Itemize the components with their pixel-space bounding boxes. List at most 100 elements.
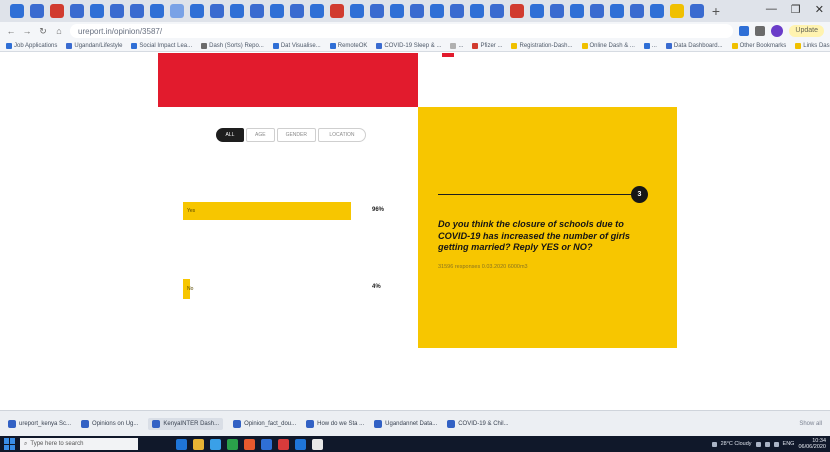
browser-tab-icon[interactable] [70,4,84,18]
taskbar-search-input[interactable]: ⌕ Type here to search [20,438,138,450]
page-viewport: ALL AGE GENDER LOCATION Yes 96% No 4% 3 Do … [0,53,830,410]
browser-tab-icon[interactable] [470,4,484,18]
browser-tab-icon[interactable] [310,4,324,18]
reload-button[interactable]: ↻ [38,26,48,37]
browser-tab-icon[interactable] [270,4,284,18]
bookmark-item[interactable]: Registration-Dash... [511,42,573,49]
bookmark-item[interactable]: Online Dash & ... [581,42,635,49]
browser-tab-icon[interactable] [130,4,144,18]
browser-tab-icon[interactable] [150,4,164,18]
bookmark-item[interactable]: Links Dashboard [795,42,830,49]
browser-tab-icon[interactable] [490,4,504,18]
open-window-label: KenyaINTER Dash... [163,420,220,427]
bookmark-item[interactable]: COVID-19 Sleep & ... [376,42,441,49]
browser-tab-icon[interactable] [190,4,204,18]
filter-tab-all[interactable]: ALL [216,128,244,142]
clock[interactable]: 10:34 06/06/2020 [798,438,826,450]
filter-tab-location[interactable]: LOCATION [317,128,366,142]
browser-tab-icon[interactable] [210,4,224,18]
browser-tab-icon[interactable] [10,4,24,18]
browser-tab-icon[interactable] [390,4,404,18]
bookmark-item[interactable]: Pfizer ... [472,42,502,49]
browser-tab-icon[interactable] [670,4,684,18]
bookmark-item[interactable]: Data Dashboard... [665,42,723,49]
new-tab-button[interactable]: + [708,3,724,19]
bookmark-item[interactable]: Other Bookmarks [731,42,786,49]
browser-tab-icon[interactable] [530,4,544,18]
browser-tab-icon[interactable] [290,4,304,18]
browser-tab-icon[interactable] [610,4,624,18]
browser-tab-icon[interactable] [650,4,664,18]
pinned-app-icon[interactable] [244,438,255,450]
open-window-item[interactable]: KenyaINTER Dash... [148,417,224,430]
pinned-app-icon[interactable] [261,438,272,450]
show-all-button[interactable]: Show all [799,421,822,427]
window-app-icon [8,419,16,428]
maximize-button[interactable]: ❐ [791,3,801,16]
close-button[interactable]: ✕ [815,3,824,16]
filter-tab-gender[interactable]: GENDER [276,128,316,142]
bookmark-label: Social Impact Lea... [139,42,193,49]
battery-icon[interactable] [773,441,779,447]
home-button[interactable]: ⌂ [54,26,64,36]
bookmark-item[interactable]: Dat Visualise... [272,42,321,49]
start-button[interactable] [4,438,16,450]
browser-tab-icon[interactable] [330,4,344,18]
bookmark-item[interactable]: Dash (Sorts) Repo... [201,42,264,49]
bookmark-item[interactable]: Social Impact Lea... [131,42,193,49]
browser-tab-icon[interactable] [250,4,264,18]
browser-tab-icon[interactable] [590,4,604,18]
browser-tab-icon[interactable] [550,4,564,18]
profile-avatar[interactable] [771,25,784,37]
question-meta: 31596 responses 0.03.2020 6000m3 [438,264,528,270]
browser-tab-icon[interactable] [630,4,644,18]
bookmark-item[interactable]: Job Applications [6,42,57,49]
open-window-item[interactable]: How do we Sta ... [306,418,364,430]
system-tray: 28°C Cloudy ENG 10:34 06/06/2020 [711,438,826,450]
open-window-item[interactable]: Ugandannet Data... [374,418,437,430]
minimize-button[interactable]: — [766,3,777,16]
browser-tab-icon[interactable] [370,4,384,18]
pinned-app-icon[interactable] [278,438,289,450]
browser-tab-icon[interactable] [450,4,464,18]
browser-tab-icon[interactable] [110,4,124,18]
bookmark-item[interactable]: Ugandan/Lifestyle [66,42,122,49]
language-indicator[interactable]: ENG [783,441,795,447]
browser-tab-icon[interactable] [50,4,64,18]
bookmarks-bar: Job Applications Ugandan/Lifestyle Social … [0,40,830,52]
pinned-app-icon[interactable] [210,438,221,450]
browser-tab-icon[interactable] [510,4,524,18]
browser-tab-icon[interactable] [90,4,104,18]
extensions-puzzle-icon[interactable] [755,26,766,36]
network-icon[interactable] [755,441,761,447]
browser-tab-icon[interactable] [170,4,184,18]
open-window-item[interactable]: COVID-19 & Chil... [447,418,509,430]
browser-tab-icon[interactable] [430,4,444,18]
update-button[interactable]: Update [789,25,824,37]
volume-icon[interactable] [764,441,770,447]
weather-text[interactable]: 28°C Cloudy [721,441,752,447]
bookmark-favicon-icon [511,42,518,49]
bookmark-item[interactable]: ... [450,42,463,49]
pinned-app-icon[interactable] [227,438,238,450]
pinned-app-icon[interactable] [295,438,306,450]
open-window-item[interactable]: Opinions on Ug... [81,418,138,430]
bookmark-item[interactable]: ... [643,42,657,49]
browser-tab-icon[interactable] [350,4,364,18]
browser-tab-icon[interactable] [570,4,584,18]
pinned-app-icon[interactable] [193,438,204,450]
bookmark-item[interactable]: RemoteOK [329,42,367,49]
pinned-app-icon[interactable] [176,438,187,450]
pinned-app-icon[interactable] [312,438,323,450]
open-window-item[interactable]: Opinion_fact_dou... [233,418,296,430]
url-field[interactable]: ureport.in/opinion/3587/ [70,24,734,38]
browser-tab-icon[interactable] [30,4,44,18]
back-button[interactable]: ← [6,26,16,36]
filter-tab-age[interactable]: AGE [246,128,275,142]
open-window-item[interactable]: ureport_kenya Sc... [8,418,71,430]
browser-tab-icon[interactable] [410,4,424,18]
extension-icon[interactable] [739,26,750,36]
forward-button[interactable]: → [22,26,32,36]
browser-tab-icon[interactable] [690,4,704,18]
browser-tab-icon[interactable] [230,4,244,18]
